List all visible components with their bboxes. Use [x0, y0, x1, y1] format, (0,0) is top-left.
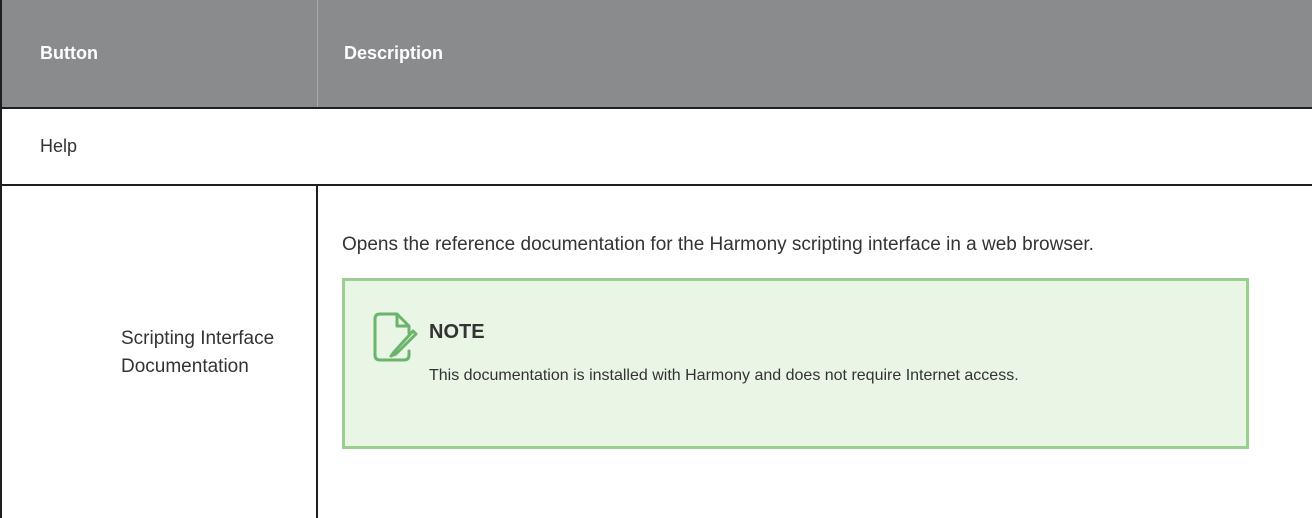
description-text: Opens the reference documentation for th… — [342, 234, 1094, 255]
section-row-help: Help — [2, 107, 1312, 186]
description-cell: Opens the reference documentation for th… — [318, 186, 1312, 518]
note-box: NOTE This documentation is installed wit… — [342, 278, 1249, 449]
header-description-column: Description — [344, 43, 444, 63]
table-row: Scripting Interface Documentation Opens … — [2, 186, 1312, 518]
note-title: NOTE — [429, 321, 485, 343]
note-pencil-icon — [373, 312, 418, 362]
note-text: This documentation is installed with Har… — [429, 367, 1019, 384]
button-name: Scripting Interface Documentation — [121, 327, 275, 377]
section-title: Help — [40, 136, 78, 156]
header-button-column: Button — [2, 0, 318, 107]
button-cell: Scripting Interface Documentation — [2, 186, 318, 518]
table-header-row: Button Description — [2, 0, 1312, 107]
documentation-table: Button Description Help Scripting Interf… — [0, 0, 1312, 518]
